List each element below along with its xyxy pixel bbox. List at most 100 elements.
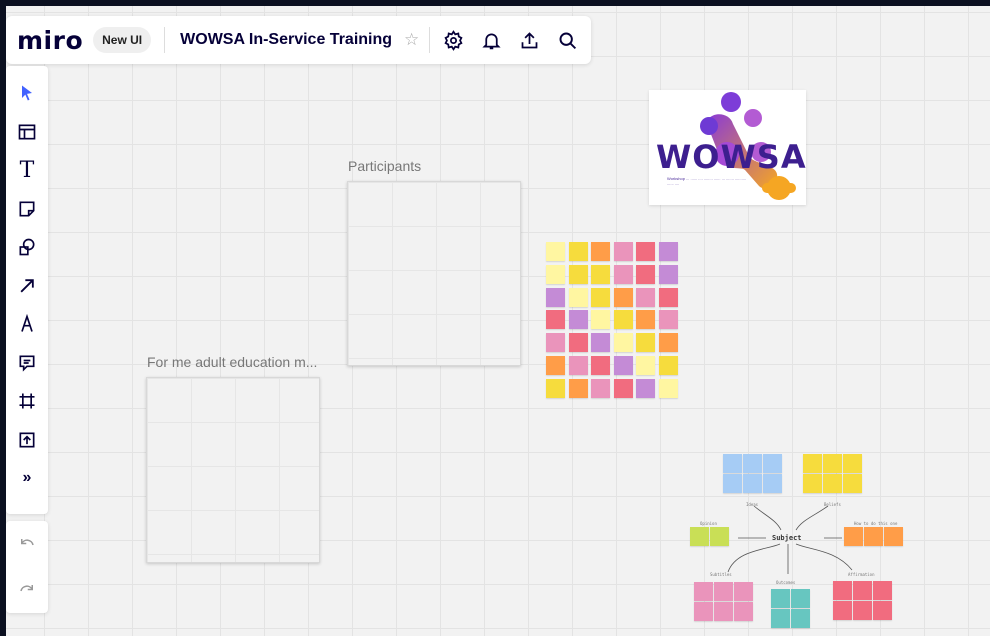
sticky-note[interactable] [694,602,713,621]
sticky-note[interactable] [823,474,842,493]
sticky-note[interactable] [844,527,863,546]
sticky-note[interactable] [591,333,610,353]
sticky-note[interactable] [658,310,678,330]
sticky-note[interactable] [546,355,565,375]
sticky-note[interactable] [591,378,610,398]
mindmap-sticky-cluster[interactable] [690,527,729,546]
templates-icon[interactable] [10,113,44,152]
sticky-note[interactable] [694,582,713,601]
sticky-note[interactable] [591,355,610,375]
sticky-note[interactable] [791,609,810,628]
sticky-note[interactable] [873,581,892,600]
mindmap-branch-label[interactable]: Subtitles [710,572,732,577]
mindmap-branch-label[interactable]: Beliefs [824,502,841,507]
sticky-note[interactable] [723,474,742,493]
mindmap-branch-label[interactable]: How to do this one [854,521,897,526]
sticky-note[interactable] [546,333,565,353]
pen-icon[interactable] [10,305,44,344]
sticky-note[interactable] [546,264,565,284]
sticky-note[interactable] [843,454,862,473]
sticky-note[interactable] [771,589,790,608]
frame-adult-ed-label[interactable]: For me adult education m... [147,354,317,370]
settings-icon[interactable] [434,21,472,59]
sticky-note[interactable] [591,310,610,330]
sticky-note[interactable] [636,333,655,353]
shapes-icon[interactable] [10,228,44,267]
select-icon[interactable] [10,74,44,113]
mindmap-sticky-cluster[interactable] [833,581,892,620]
text-icon[interactable]: T [10,151,44,190]
sticky-note[interactable] [613,310,633,330]
sticky-note[interactable] [613,242,633,261]
mindmap-branch-label[interactable]: Affirmation [848,572,875,577]
wowsa-logo-image[interactable]: WOWSA Workshop ... ...... .... ........ … [649,90,806,205]
mindmap-sticky-cluster[interactable] [771,589,810,628]
sticky-note[interactable] [591,287,610,307]
board-canvas[interactable]: miro New UI WOWSA In-Service Training ☆ … [6,6,990,636]
sticky-note[interactable] [833,581,852,600]
sticky-note[interactable] [734,582,753,601]
sticky-note[interactable] [636,264,655,284]
sticky-note[interactable] [803,474,822,493]
comment-icon[interactable] [10,344,44,383]
sticky-note[interactable] [658,333,678,353]
sticky-note[interactable] [658,242,678,261]
mindmap-branch-label[interactable]: Outcomes [776,580,795,585]
sticky-note[interactable] [568,333,588,353]
sticky-note[interactable] [546,242,565,261]
redo-icon[interactable] [18,579,36,602]
sticky-note[interactable] [613,355,633,375]
mindmap-sticky-cluster[interactable] [723,454,782,493]
sticky-note[interactable] [613,378,633,398]
sticky-note[interactable] [568,378,588,398]
sticky-note[interactable] [568,242,588,261]
sticky-note[interactable] [763,474,782,493]
arrow-icon[interactable] [10,267,44,306]
bell-icon[interactable] [472,21,510,59]
more-icon[interactable]: » [10,459,44,498]
sticky-note[interactable] [658,355,678,375]
search-icon[interactable] [548,21,586,59]
frame-adult-ed[interactable] [146,377,320,563]
sticky-note[interactable] [568,287,588,307]
sticky-note[interactable] [803,454,822,473]
sticky-note[interactable] [771,609,790,628]
mindmap-subject[interactable]: Subject [772,534,802,542]
sticky-note[interactable] [636,242,655,261]
sticky-note[interactable] [833,601,852,620]
sticky-note[interactable] [636,355,655,375]
new-ui-toggle[interactable]: New UI [93,27,152,53]
mindmap-branch-label[interactable]: Ideas [746,502,758,507]
sticky-note[interactable] [864,527,883,546]
sticky-note[interactable] [591,264,610,284]
sticky-note[interactable] [763,454,782,473]
sticky-note-icon[interactable] [10,190,44,229]
mindmap-branch-label[interactable]: Opinion [700,521,717,526]
sticky-note[interactable] [658,264,678,284]
sticky-note[interactable] [853,581,872,600]
sticky-note[interactable] [591,242,610,261]
sticky-note[interactable] [714,602,733,621]
sticky-note[interactable] [743,454,762,473]
sticky-note[interactable] [658,287,678,307]
sticky-note[interactable] [613,287,633,307]
sticky-note[interactable] [636,287,655,307]
sticky-note[interactable] [568,264,588,284]
frame-participants-label[interactable]: Participants [348,158,421,174]
sticky-note[interactable] [613,264,633,284]
sticky-note[interactable] [546,378,565,398]
frame-participants[interactable] [347,181,521,366]
sticky-note[interactable] [636,310,655,330]
miro-logo[interactable]: miro [17,26,83,55]
sticky-note[interactable] [843,474,862,493]
sticky-note[interactable] [568,310,588,330]
sticky-note[interactable] [853,601,872,620]
sticky-note[interactable] [568,355,588,375]
board-title[interactable]: WOWSA In-Service Training [180,31,392,49]
sticky-note[interactable] [613,333,633,353]
sticky-note[interactable] [690,527,709,546]
sticky-note[interactable] [791,589,810,608]
sticky-note[interactable] [710,527,729,546]
mindmap-sticky-cluster[interactable] [803,454,862,493]
frame-icon[interactable] [10,382,44,421]
